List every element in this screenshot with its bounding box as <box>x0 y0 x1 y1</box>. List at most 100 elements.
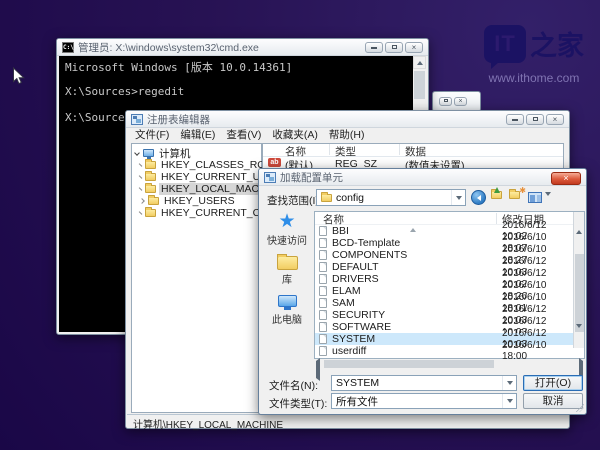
ithome-watermark: IT 之家 www.ithome.com <box>476 24 592 85</box>
scrollbar-thumb[interactable] <box>414 71 425 99</box>
close-button[interactable]: × <box>546 114 564 125</box>
folder-icon <box>145 185 156 193</box>
maximize-button[interactable] <box>439 97 452 106</box>
column-header-name[interactable]: 名称 <box>285 144 306 159</box>
scrollbar-thumb[interactable] <box>575 254 584 332</box>
chevron-down-icon[interactable] <box>451 190 465 205</box>
file-list-hscrollbar[interactable] <box>314 359 585 369</box>
file-list-vscrollbar[interactable] <box>573 212 584 348</box>
sidebar-item-libraries[interactable]: 库 <box>261 256 313 286</box>
chevron-right-icon[interactable] <box>139 163 143 167</box>
file-type-value: 所有文件 <box>336 394 378 409</box>
this-pc-icon <box>278 295 297 307</box>
chevron-down-icon[interactable] <box>134 150 140 156</box>
folder-icon <box>148 197 159 205</box>
quick-access-star-icon: ★ <box>261 213 313 231</box>
look-in-label: 查找范围(I): <box>267 193 322 208</box>
look-in-value: config <box>336 192 364 204</box>
look-in-combobox[interactable]: config <box>316 189 466 206</box>
resize-grip-icon[interactable] <box>576 404 584 412</box>
file-icon <box>319 310 327 320</box>
file-icon <box>319 334 327 344</box>
computer-icon <box>143 149 154 157</box>
regedit-menubar: 文件(F) 编辑(E) 查看(V) 收藏夹(A) 帮助(H) <box>128 128 567 141</box>
back-icon[interactable] <box>471 190 486 205</box>
regedit-titlebar[interactable]: 注册表编辑器 × <box>126 111 569 128</box>
ithome-logo-icon: IT <box>484 25 526 63</box>
libraries-folder-icon <box>277 256 298 270</box>
tree-item-hkey-current-user[interactable]: HKEY_CURRENT_USER <box>132 171 261 183</box>
file-type-combobox[interactable]: 所有文件 <box>331 393 517 409</box>
logo-cjk-text: 之家 <box>530 24 584 63</box>
sidebar-item-this-pc[interactable]: 此电脑 <box>261 295 313 326</box>
folder-icon <box>145 161 156 169</box>
views-icon[interactable] <box>528 192 542 203</box>
up-one-level-icon[interactable] <box>491 191 505 199</box>
file-icon <box>319 226 327 236</box>
open-button[interactable]: 打开(O) <box>523 375 583 391</box>
cmd-output-line: X:\Sources>regedit <box>65 85 426 98</box>
regedit-window-title: 注册表编辑器 <box>147 112 210 127</box>
cmd-icon: C:\ <box>62 42 74 53</box>
chevron-down-icon[interactable] <box>502 394 516 408</box>
chevron-right-icon[interactable] <box>139 211 143 215</box>
scroll-left-button[interactable] <box>316 361 320 379</box>
sidebar-item-quick-access[interactable]: ★ 快速访问 <box>261 213 313 247</box>
chevron-right-icon[interactable] <box>139 187 143 191</box>
chevron-right-icon[interactable] <box>139 198 145 204</box>
registry-icon <box>264 172 276 183</box>
cmd-titlebar[interactable]: C:\ 管理员: X:\windows\system32\cmd.exe × <box>57 39 428 56</box>
registry-tree-panel: 计算机 HKEY_CLASSES_ROOT HKEY_CURRENT_USER <box>131 143 262 413</box>
minimize-button[interactable] <box>506 114 524 125</box>
logo-it-text: IT <box>494 31 516 57</box>
scroll-up-button[interactable] <box>413 56 426 69</box>
chevron-down-icon[interactable] <box>502 376 516 390</box>
regedit-statusbar: 计算机\HKEY_LOCAL_MACHINE <box>127 414 568 427</box>
menu-edit[interactable]: 编辑(E) <box>180 127 215 142</box>
menu-view[interactable]: 查看(V) <box>226 127 261 142</box>
dialog-titlebar[interactable]: 加载配置单元 × <box>259 169 586 186</box>
new-folder-icon[interactable]: ✱ <box>509 191 523 199</box>
column-header-data[interactable]: 数据 <box>405 144 426 159</box>
cancel-button[interactable]: 取消 <box>523 393 583 409</box>
reg-sz-icon: ab <box>268 158 281 167</box>
desktop: IT 之家 www.ithome.com × C:\ 管理员: X:\windo… <box>0 0 600 450</box>
dialog-places-sidebar: ★ 快速访问 库 此电脑 <box>261 213 313 354</box>
scroll-down-button[interactable] <box>576 328 582 346</box>
file-name-value: SYSTEM <box>336 377 379 389</box>
column-header-type[interactable]: 类型 <box>335 144 356 159</box>
file-icon <box>319 238 327 248</box>
file-name-label: 文件名(N): <box>269 378 318 393</box>
minimize-button[interactable] <box>365 42 383 53</box>
cmd-window-title: 管理员: X:\windows\system32\cmd.exe <box>78 40 259 55</box>
tree-item-computer[interactable]: 计算机 <box>132 147 261 159</box>
file-type-label: 文件类型(T): <box>269 396 327 411</box>
scrollbar-thumb[interactable] <box>324 360 494 368</box>
tree-item-hkey-local-machine[interactable]: HKEY_LOCAL_MACHINE <box>132 183 261 195</box>
file-name-combobox[interactable]: SYSTEM <box>331 375 517 391</box>
folder-icon <box>145 173 156 181</box>
tree-item-hkey-classes-root[interactable]: HKEY_CLASSES_ROOT <box>132 159 261 171</box>
file-list: 名称 修改日期 BBI 2016/6/12 10:02 BCD-Template… <box>314 211 585 369</box>
close-button[interactable]: × <box>405 42 423 53</box>
scroll-up-button[interactable] <box>576 213 582 231</box>
menu-help[interactable]: 帮助(H) <box>329 127 365 142</box>
chevron-right-icon[interactable] <box>139 175 143 179</box>
file-row[interactable]: userdiff 2016/6/10 18:00 <box>315 345 573 357</box>
maximize-button[interactable] <box>526 114 544 125</box>
menu-file[interactable]: 文件(F) <box>135 127 169 142</box>
tree-item-hkey-users[interactable]: HKEY_USERS <box>132 195 261 207</box>
maximize-button[interactable] <box>385 42 403 53</box>
menu-favorites[interactable]: 收藏夹(A) <box>272 127 318 142</box>
file-list-body: 名称 修改日期 BBI 2016/6/12 10:02 BCD-Template… <box>314 211 585 359</box>
file-icon <box>319 298 327 308</box>
tree-item-hkey-current-config[interactable]: HKEY_CURRENT_CONFIG <box>132 207 261 219</box>
folder-icon <box>321 194 332 202</box>
registry-icon <box>131 114 143 125</box>
file-icon <box>319 250 327 260</box>
close-button[interactable]: × <box>551 172 581 185</box>
close-button[interactable]: × <box>454 97 467 106</box>
folder-icon <box>145 209 156 217</box>
background-window-fragment: × <box>432 91 481 112</box>
dialog-title: 加载配置单元 <box>280 170 343 185</box>
